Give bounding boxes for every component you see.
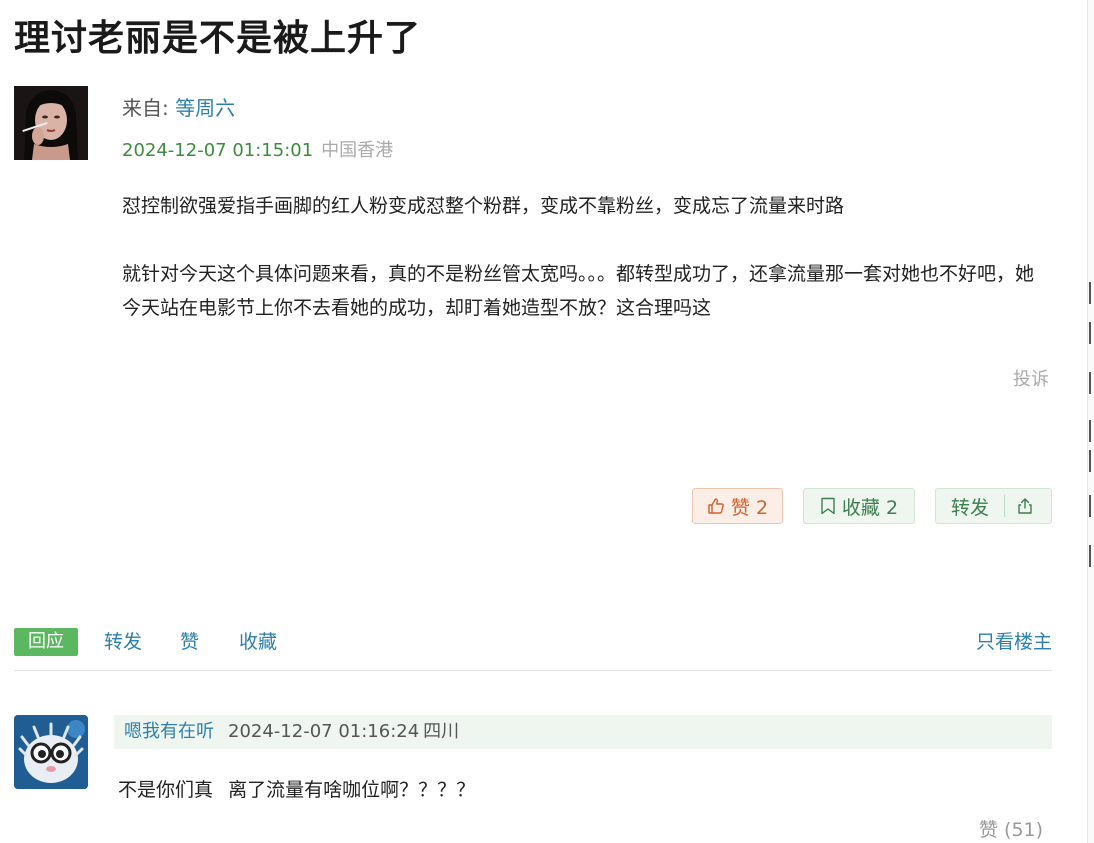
post-paragraph: 就针对今天这个具体问题来看，真的不是粉丝管太宽吗。。。都转型成功了，还拿流量那一… bbox=[122, 263, 1035, 319]
author-avatar-image bbox=[14, 86, 88, 160]
post-page: 理讨老丽是不是被上升了 来自: 等周六 2024-12-07 01:15:01 中… bbox=[0, 0, 1094, 843]
comment-timestamp: 2024-12-07 01:16:24 bbox=[228, 721, 420, 742]
share-button-label: 转发 bbox=[950, 496, 989, 519]
comment-header: 嗯我有在听 2024-12-07 01:16:24 四川 bbox=[114, 715, 1052, 749]
share-button[interactable]: 转发 bbox=[935, 488, 1052, 524]
tab-forward[interactable]: 转发 bbox=[104, 628, 142, 656]
tab-like[interactable]: 赞 bbox=[180, 628, 199, 656]
like-button-label: 赞 2 bbox=[730, 496, 769, 519]
sidebar-edge-mark bbox=[1089, 372, 1094, 394]
comment-like-link[interactable]: 赞 (51) bbox=[979, 816, 1043, 843]
post-location: 中国香港 bbox=[321, 140, 394, 161]
post-paragraph: 怼控制欲强爱指手画脚的红人粉变成怼整个粉群，变成不靠粉丝，变成忘了流量来时路 bbox=[122, 195, 845, 217]
post-tab-bar: 回应 转发 赞 收藏 只看楼主 bbox=[14, 624, 1052, 671]
post-meta: 2024-12-07 01:15:01 中国香港 bbox=[122, 137, 393, 165]
comment-text: 不是你们真 离了流量有啥咖位啊？？？？ bbox=[118, 779, 476, 801]
sidebar-edge-mark bbox=[1089, 495, 1094, 517]
tab-collect[interactable]: 收藏 bbox=[239, 628, 277, 656]
post-title: 理讨老丽是不是被上升了 bbox=[14, 18, 422, 59]
like-button[interactable]: 赞 2 bbox=[692, 488, 783, 524]
favorite-button[interactable]: 收藏 2 bbox=[803, 488, 915, 524]
sidebar-edge bbox=[1087, 0, 1094, 843]
report-link[interactable]: 投诉 bbox=[1013, 366, 1049, 394]
comment-location: 四川 bbox=[423, 721, 460, 742]
sidebar-edge-mark bbox=[1089, 322, 1094, 344]
post-source: 来自: 等周六 bbox=[122, 94, 235, 122]
share-icon bbox=[1016, 497, 1034, 515]
sidebar-edge-mark bbox=[1089, 450, 1094, 472]
favorite-button-label: 收藏 2 bbox=[841, 496, 899, 519]
thumbs-up-icon bbox=[707, 497, 725, 515]
sidebar-edge-mark bbox=[1089, 420, 1094, 442]
tab-reply[interactable]: 回应 bbox=[14, 628, 78, 656]
post-content: 怼控制欲强爱指手画脚的红人粉变成怼整个粉群，变成不靠粉丝，变成忘了流量来时路 就… bbox=[122, 189, 1052, 325]
owner-only-link[interactable]: 只看楼主 bbox=[976, 628, 1052, 656]
sidebar-edge-mark bbox=[1089, 545, 1094, 567]
from-label: 来自: bbox=[122, 96, 169, 120]
commenter-name-link[interactable]: 嗯我有在听 bbox=[124, 721, 214, 742]
sidebar-edge-mark bbox=[1089, 282, 1094, 304]
post-timestamp: 2024-12-07 01:15:01 bbox=[122, 140, 314, 161]
commenter-avatar[interactable] bbox=[14, 715, 88, 789]
share-icon-button[interactable] bbox=[1005, 497, 1051, 515]
bookmark-icon bbox=[820, 497, 836, 515]
author-name-link[interactable]: 等周六 bbox=[175, 96, 235, 120]
commenter-avatar-image bbox=[14, 715, 88, 789]
author-avatar[interactable] bbox=[14, 86, 88, 160]
